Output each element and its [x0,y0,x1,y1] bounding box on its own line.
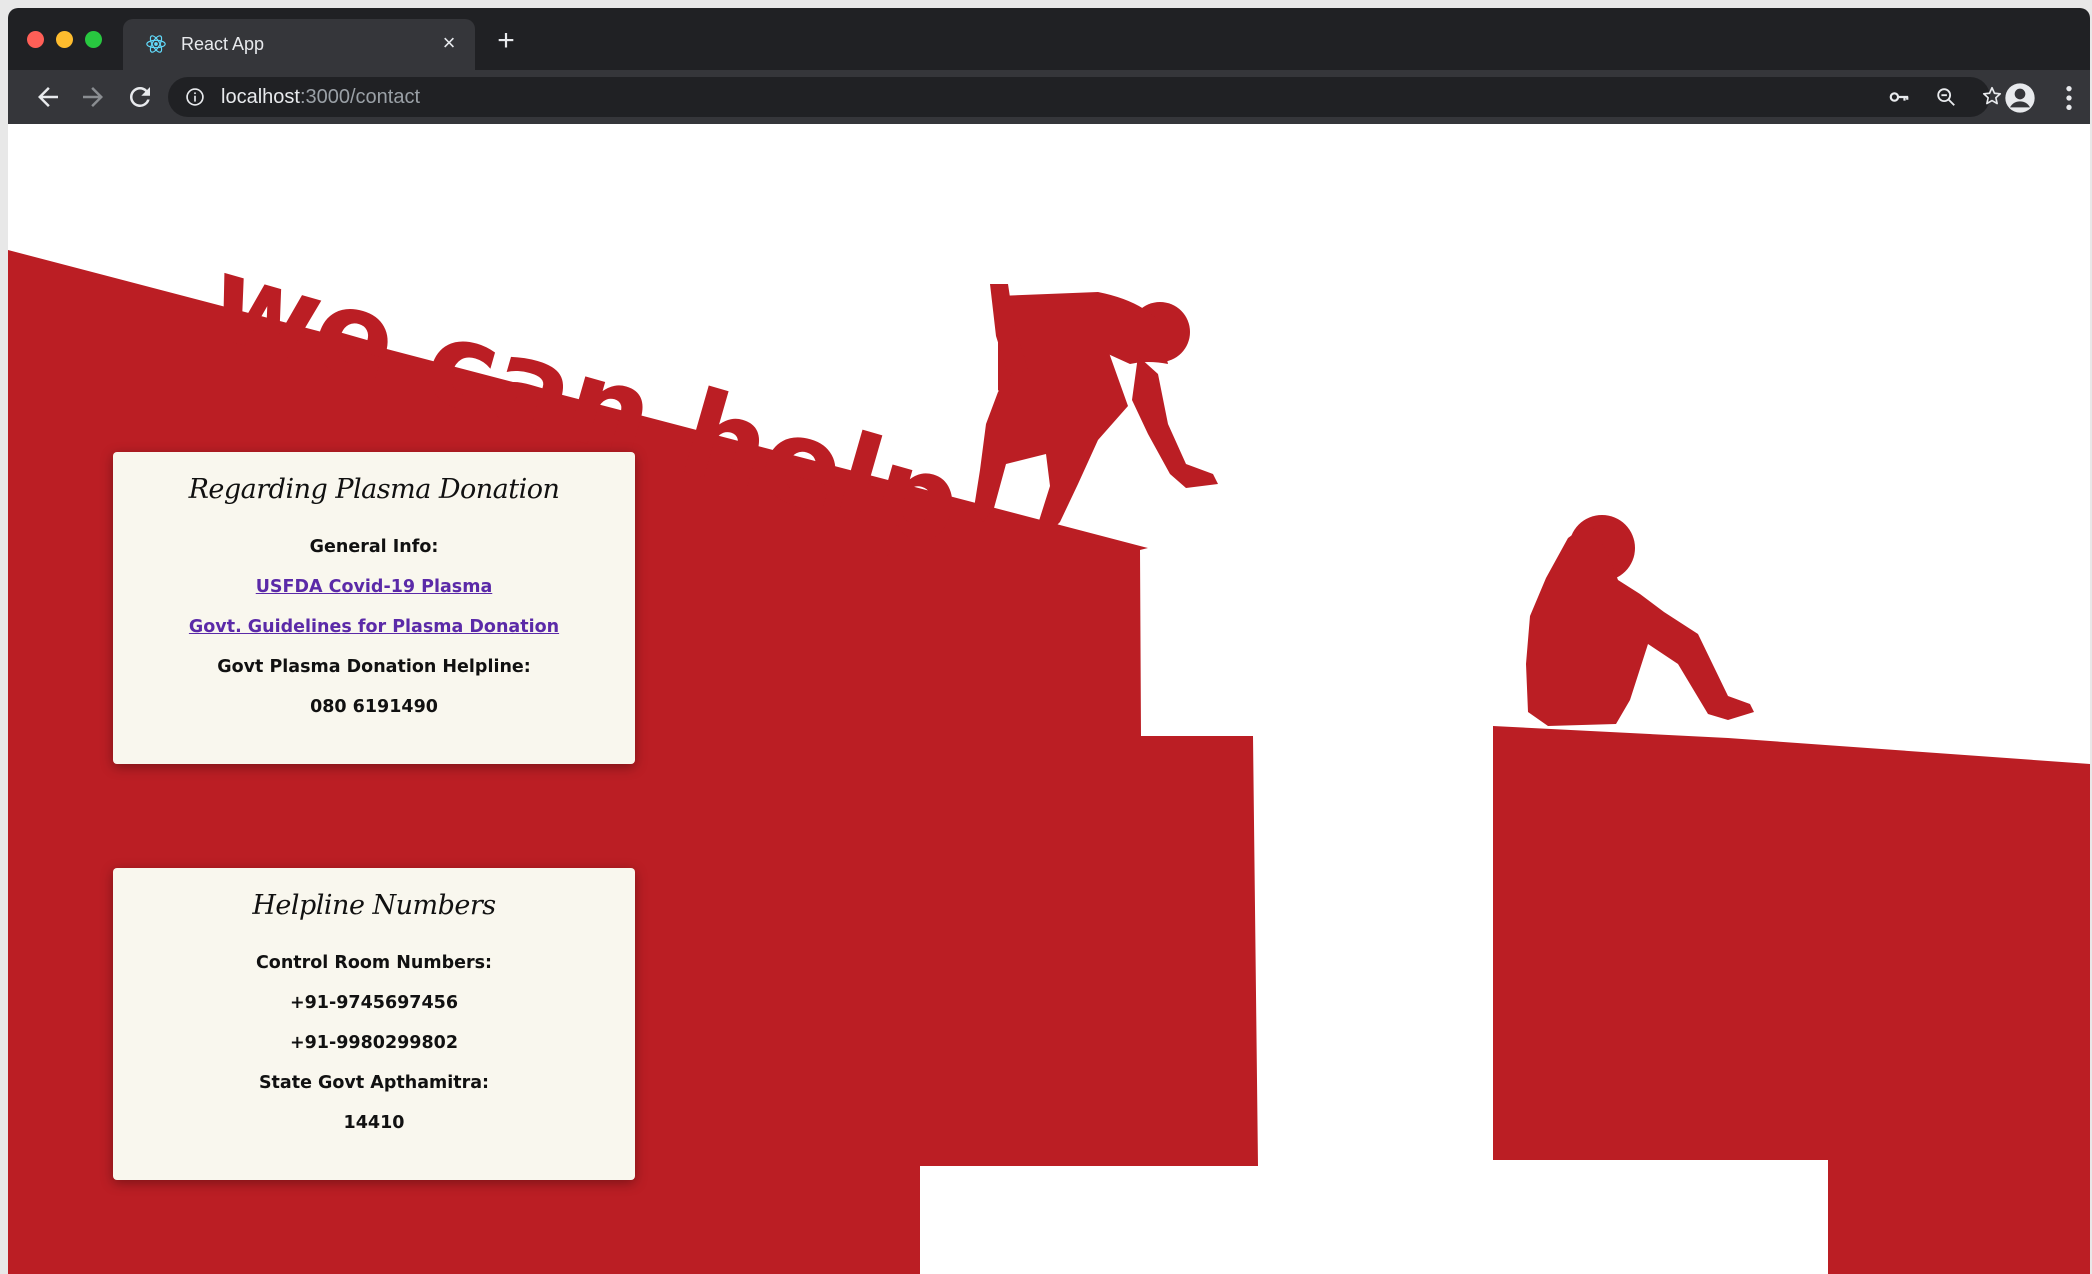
helpline-numbers-card: Helpline Numbers Control Room Numbers: +… [113,868,635,1180]
usfda-plasma-link[interactable]: USFDA Covid-19 Plasma [113,567,635,607]
info-icon[interactable] [185,87,205,107]
sitting-person-silhouette [1526,515,1754,726]
back-arrow-icon [38,87,58,107]
general-info-label: General Info: [309,537,439,557]
maximize-window-button[interactable] [85,31,102,48]
new-tab-button[interactable]: + [492,26,520,56]
minimize-window-button[interactable] [56,31,73,48]
kebab-menu-icon[interactable] [2053,82,2085,114]
back-button[interactable] [33,82,63,112]
reload-button[interactable] [125,82,155,112]
apthamitra-number: 14410 [343,1113,405,1133]
plasma-helpline-number: 080 6191490 [310,697,438,717]
forward-button[interactable] [78,82,108,112]
red-cliff-right [1493,726,2090,1274]
browser-tab[interactable]: React App × [123,19,475,70]
tab-strip: React App × + [8,8,2090,70]
browser-toolbar: localhost:3000/contact [8,70,2090,124]
tab-close-icon[interactable]: × [437,31,461,55]
tab-title: React App [181,34,265,54]
url-text[interactable]: localhost:3000/contact [221,86,420,109]
reload-icon [129,86,150,107]
star-icon[interactable] [1981,85,2003,107]
profile-icon[interactable] [2004,82,2036,114]
zoom-icon[interactable] [1935,86,1957,108]
control-room-number-1: +91-9745697456 [289,993,459,1013]
control-room-number-2: +91-9980299802 [289,1033,459,1053]
address-bar[interactable]: localhost:3000/contact [168,77,2002,117]
url-path: :3000/contact [299,86,421,108]
react-favicon-icon [146,35,166,53]
url-host: localhost [221,86,300,108]
helpline-card-title: Helpline Numbers [252,890,496,921]
close-window-button[interactable] [27,31,44,48]
forward-arrow-icon [83,87,103,107]
plasma-card-title: Regarding Plasma Donation [188,474,560,505]
govt-guidelines-link[interactable]: Govt. Guidelines for Plasma Donation [113,607,635,647]
plasma-donation-card: Regarding Plasma Donation General Info: … [113,452,635,764]
climbing-person-silhouette [974,284,1218,534]
control-room-label: Control Room Numbers: [255,953,493,973]
key-icon[interactable] [1888,86,1910,108]
plasma-helpline-label: Govt Plasma Donation Helpline: [217,657,531,677]
browser-window: React App × + localhost:3000/contact we … [8,8,2090,1274]
apthamitra-label: State Govt Apthamitra: [258,1073,490,1093]
contact-page: we can help Regarding Plasma Donation Ge… [8,124,2090,1274]
